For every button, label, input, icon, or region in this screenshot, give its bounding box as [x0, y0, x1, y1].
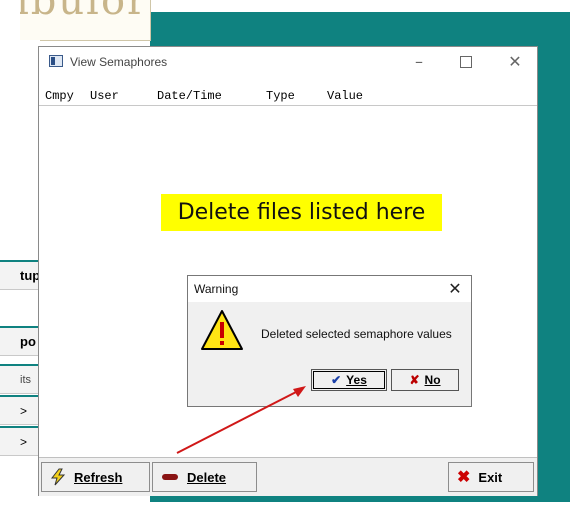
annotation-arrow — [176, 386, 306, 454]
